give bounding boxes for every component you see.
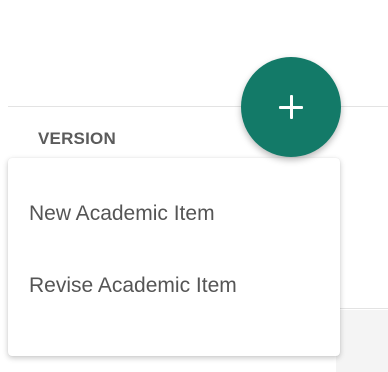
page: VERSION New Academic Item Revise Academi…	[0, 0, 388, 372]
plus-icon	[279, 95, 303, 119]
menu-item-new-academic-item[interactable]: New Academic Item	[8, 178, 340, 250]
table-divider	[336, 308, 388, 309]
menu-item-revise-academic-item[interactable]: Revise Academic Item	[8, 250, 340, 322]
add-button[interactable]	[241, 57, 341, 157]
add-menu: New Academic Item Revise Academic Item	[8, 158, 340, 356]
table-footer	[336, 310, 388, 372]
column-header-version[interactable]: VERSION	[38, 129, 116, 149]
